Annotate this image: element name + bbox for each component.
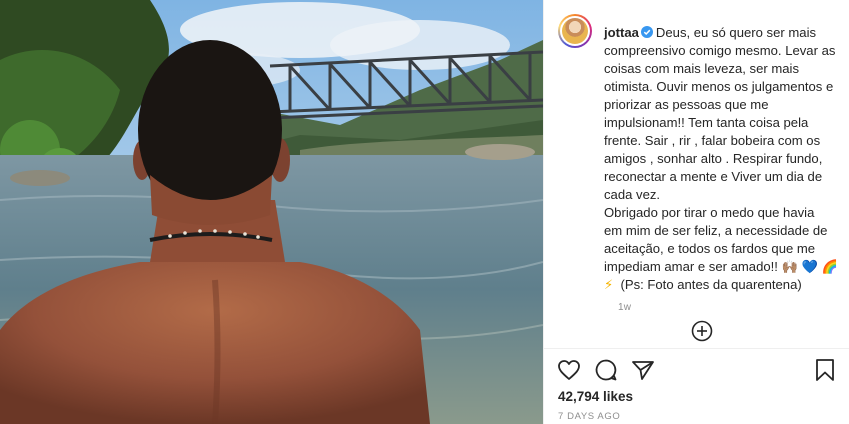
divider	[544, 348, 849, 349]
caption-line: coisas com mais leveza, ser mais	[604, 61, 800, 76]
caption-line: priorizar as pessoas que me	[604, 97, 769, 112]
caption-line: cada vez.	[604, 187, 661, 202]
action-bar	[544, 357, 849, 385]
caption-emoji: 🙌🏽 💙 🌈	[781, 259, 838, 274]
caption-line: compreensivo comigo mesmo. Levar as	[604, 43, 836, 58]
caption-text: jottaa Deus, eu só quero ser mais compree…	[604, 24, 844, 294]
caption-line: impulsionam!! Tem tanta coisa pela	[604, 115, 809, 130]
caption-line: impediam amar e ser amado!!	[604, 259, 778, 274]
caption-line: frente. Sair , rir , falar bobeira com o…	[604, 133, 821, 148]
photo-scene	[0, 0, 543, 424]
caption-line: Deus, eu só quero ser mais	[655, 25, 817, 40]
caption-line: (Ps: Foto antes da quarentena)	[620, 277, 802, 292]
post-sidebar: jottaa Deus, eu só quero ser mais compree…	[543, 0, 849, 424]
username-link[interactable]: jottaa	[604, 25, 639, 40]
instagram-post: jottaa Deus, eu só quero ser mais compree…	[0, 0, 849, 424]
post-time[interactable]: 1w	[618, 302, 631, 313]
heart-icon[interactable]	[556, 357, 582, 383]
bookmark-icon[interactable]	[812, 357, 838, 383]
post-date[interactable]: 7 DAYS AGO	[558, 411, 620, 422]
caption-emoji: ⚡	[604, 277, 614, 292]
paper-plane-icon[interactable]	[630, 357, 656, 383]
comment-bubble-icon[interactable]	[593, 357, 619, 383]
avatar-image	[562, 18, 588, 44]
caption-line: aceitação, e todos os fardos que me	[604, 241, 816, 256]
verified-badge-icon	[640, 26, 653, 38]
likes-count[interactable]: 42,794 likes	[558, 389, 633, 404]
post-photo[interactable]	[0, 0, 543, 424]
caption-line: reconectar a mente e Viver um dia de	[604, 169, 823, 184]
caption-line: Obrigado por tirar o medo que havia	[604, 205, 815, 220]
caption-line: amigos , sonhar alto . Respirar fundo,	[604, 151, 823, 166]
caption-line: em mim de ser feliz, a necessidade de	[604, 223, 828, 238]
add-circle-icon[interactable]	[691, 320, 713, 342]
avatar[interactable]	[558, 14, 592, 48]
caption-line: otimista. Ouvir menos os julgamentos e	[604, 79, 834, 94]
